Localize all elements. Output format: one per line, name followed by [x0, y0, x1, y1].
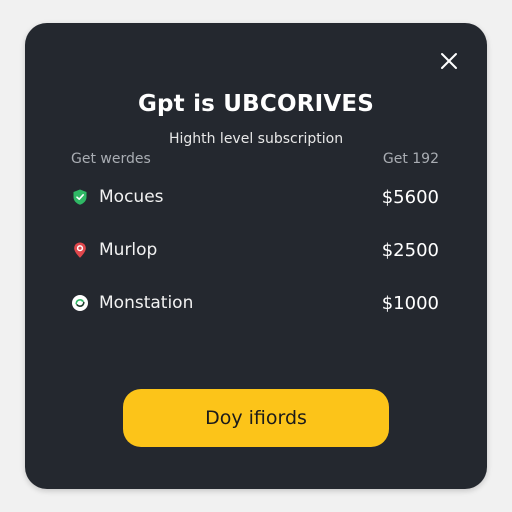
plan-price: $2500: [381, 239, 439, 261]
plan-name: Monstation: [99, 293, 194, 313]
plan-price: $1000: [381, 292, 439, 314]
column-header-right: Get 192: [382, 151, 439, 167]
plan-row-monstation[interactable]: Monstation $1000: [71, 289, 439, 317]
plan-row-murlop[interactable]: Murlop $2500: [71, 236, 439, 264]
shield-check-icon: [71, 188, 89, 206]
subscription-dialog: Gpt is UBCORIVES Highth level subscripti…: [25, 23, 487, 489]
close-button[interactable]: [437, 49, 461, 73]
location-pin-icon: [71, 241, 89, 259]
plan-row-mocues[interactable]: Mocues $5600: [71, 183, 439, 211]
plan-name: Murlop: [99, 240, 158, 260]
plan-price: $5600: [381, 186, 439, 208]
dialog-subtitle: Highth level subscription: [168, 131, 344, 147]
subscribe-button[interactable]: Doy ifiords: [123, 389, 389, 447]
dialog-title: Gpt is UBCORIVES: [137, 91, 375, 117]
plan-name: Mocues: [99, 187, 164, 207]
column-header-left: Get werdes: [71, 151, 151, 167]
refresh-badge-icon: [71, 294, 89, 312]
close-icon: [441, 53, 457, 69]
